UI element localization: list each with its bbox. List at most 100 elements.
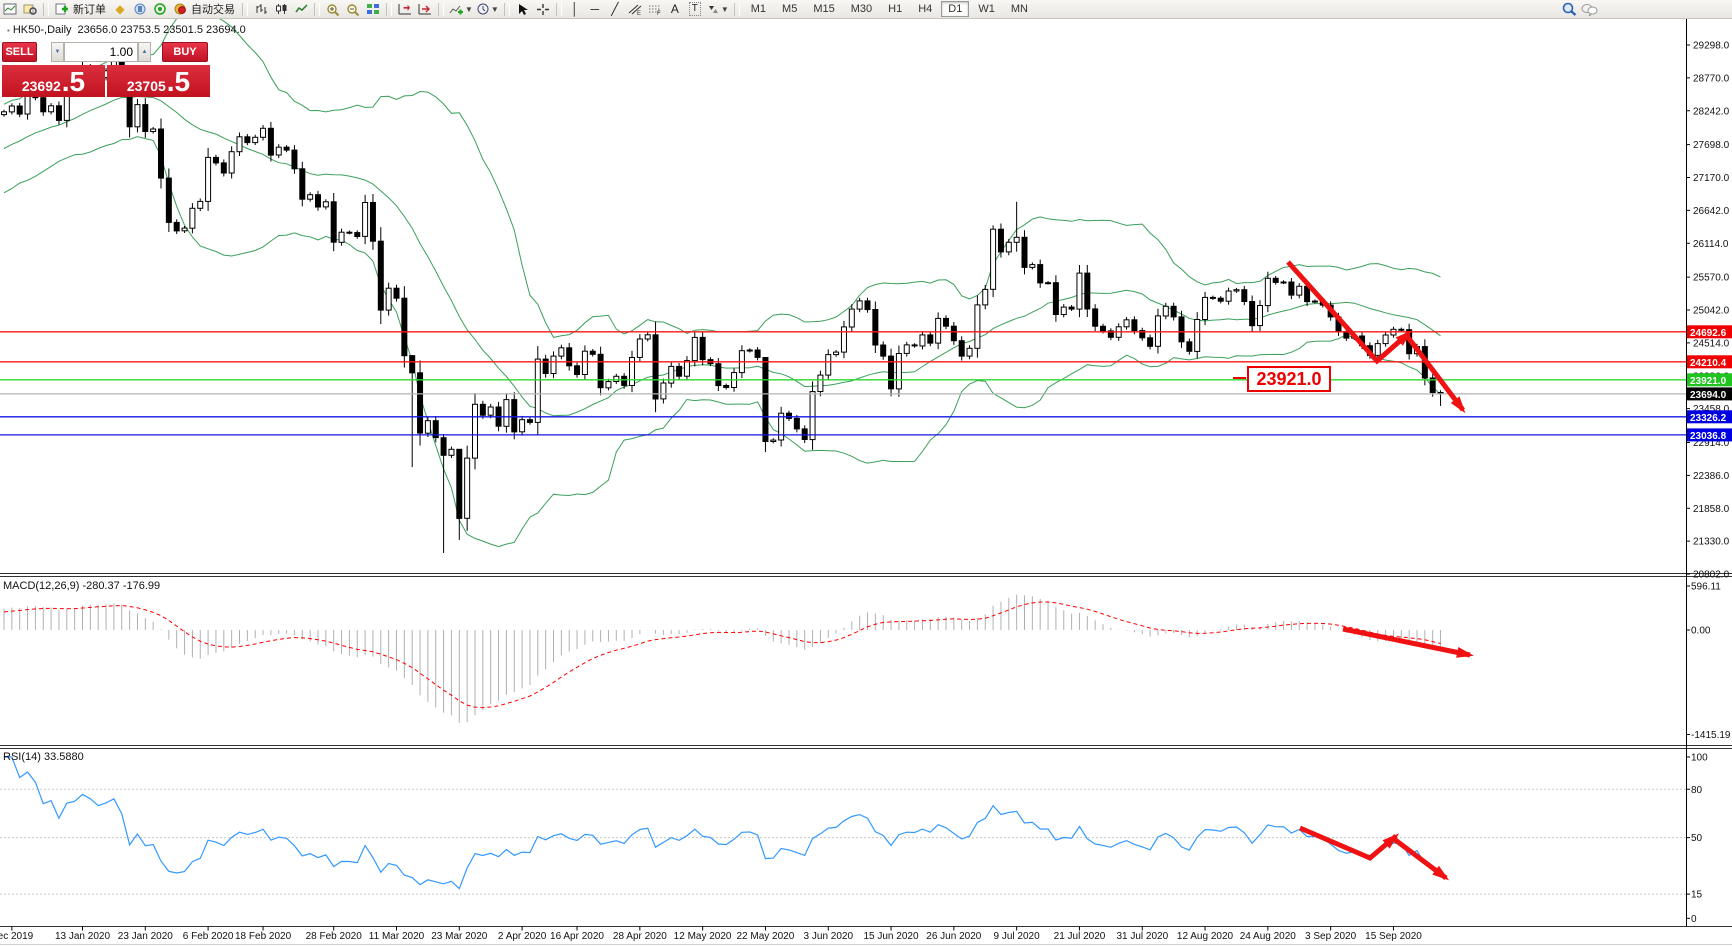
symbol-marker-icon: ▪ [7, 26, 10, 35]
svg-text:9 Jul 2020: 9 Jul 2020 [994, 931, 1041, 942]
svg-text:6 Feb 2020: 6 Feb 2020 [183, 931, 234, 942]
svg-text:22386.0: 22386.0 [1693, 471, 1730, 482]
candles [1, 52, 1444, 553]
up-arrow-icon: ▲ [141, 48, 148, 55]
rsi-value: 33.5880 [43, 751, 84, 763]
svg-text:3 Sep 2020: 3 Sep 2020 [1305, 931, 1357, 942]
svg-text:23921.0: 23921.0 [1690, 376, 1727, 387]
svg-text:26642.0: 26642.0 [1693, 206, 1730, 217]
svg-text:11 Mar 2020: 11 Mar 2020 [369, 931, 425, 942]
annotation-line-handle[interactable] [1233, 377, 1246, 379]
chart-shift-icon[interactable] [415, 1, 435, 17]
timeframe-button-M1[interactable]: M1 [744, 1, 773, 17]
timeframe-button-H1[interactable]: H1 [881, 1, 909, 17]
volume-decrease-button[interactable]: ▼ [51, 41, 64, 62]
bollinger-bands [3, 11, 1441, 548]
styler-icon[interactable]: ◆ [110, 1, 130, 17]
svg-text:23 Mar 2020: 23 Mar 2020 [431, 931, 488, 942]
auto-scroll-icon[interactable] [395, 1, 415, 17]
candlestick-chart-type-icon[interactable] [271, 1, 291, 17]
svg-text:15: 15 [1691, 890, 1703, 901]
autotrading-icon[interactable] [170, 1, 190, 17]
rsi-indicator-label: RSI(14) 33.5880 [3, 751, 84, 763]
new-order-icon[interactable] [52, 1, 72, 17]
timeframe-button-M5[interactable]: M5 [775, 1, 804, 17]
arrows-tool-icon[interactable]: ▼ [705, 1, 731, 17]
svg-text:21 Jul 2020: 21 Jul 2020 [1054, 931, 1106, 942]
sell-button[interactable]: SELL [2, 41, 37, 62]
period-clock-icon[interactable]: ▼ [475, 1, 501, 17]
tile-windows-icon[interactable] [363, 1, 383, 17]
cursor-tool-icon[interactable] [513, 1, 533, 17]
svg-text:25570.0: 25570.0 [1693, 273, 1730, 284]
svg-text:27170.0: 27170.0 [1693, 173, 1730, 184]
svg-text:23694.0: 23694.0 [1690, 390, 1727, 401]
svg-text:596.11: 596.11 [1691, 582, 1721, 593]
svg-text:24210.4: 24210.4 [1690, 358, 1727, 369]
macd-values: -280.37 -176.99 [82, 580, 161, 592]
svg-text:13 Jan 2020: 13 Jan 2020 [55, 931, 110, 942]
svg-text:100: 100 [1691, 753, 1708, 764]
crosshair-tool-icon[interactable] [533, 1, 553, 17]
equidistant-channel-tool-icon[interactable]: E [625, 1, 645, 17]
trading-terminal: 新订单 ◆ 自动交易 ▼ ▼ │ ─ ╱ E F A T ▼ M1 M5 M15… [0, 0, 1732, 946]
svg-text:23036.8: 23036.8 [1690, 431, 1727, 442]
search-icon[interactable] [1559, 1, 1579, 17]
volume-increase-button[interactable]: ▲ [138, 41, 151, 62]
bar-chart-type-icon[interactable] [251, 1, 271, 17]
trend-arrows[interactable] [1286, 260, 1474, 881]
svg-text:24514.0: 24514.0 [1693, 338, 1730, 349]
svg-text:15 Jun 2020: 15 Jun 2020 [863, 931, 918, 942]
ask-price-display[interactable]: 23705 .5 [107, 65, 210, 97]
svg-text:24692.6: 24692.6 [1690, 328, 1727, 339]
price-level-annotation[interactable]: 23921.0 [1247, 366, 1331, 392]
horizontal-line-tool-icon[interactable]: ─ [585, 1, 605, 17]
zoom-in-icon[interactable] [323, 1, 343, 17]
svg-text:22 May 2020: 22 May 2020 [736, 931, 794, 942]
rsi-name: RSI(14) [3, 751, 41, 763]
chart-title: ▪ HK50-,Daily 23656.0 23753.5 23501.5 2369… [7, 24, 246, 36]
chart-profile-icon[interactable] [20, 1, 40, 17]
price-scale[interactable]: 29298.0 28770.0 28242.0 27698.0 27170.0 26642… [1686, 41, 1732, 925]
svg-text:16 Apr 2020: 16 Apr 2020 [550, 931, 604, 942]
timeframe-button-W1[interactable]: W1 [971, 1, 1002, 17]
svg-text:28 Apr 2020: 28 Apr 2020 [613, 931, 667, 942]
autotrading-button[interactable]: 自动交易 [191, 1, 235, 17]
depth-of-market-icon[interactable] [130, 1, 150, 17]
svg-text:E: E [637, 11, 641, 15]
new-order-button[interactable]: 新订单 [73, 1, 106, 17]
time-scale[interactable]: Dec 2019 13 Jan 2020 23 Jan 2020 6 Feb 2020… [0, 926, 1422, 943]
timeframe-button-MN[interactable]: MN [1004, 1, 1035, 17]
add-indicator-icon[interactable]: ▼ [447, 1, 475, 17]
timeframe-button-D1[interactable]: D1 [941, 1, 970, 17]
text-tool-icon[interactable]: A [665, 1, 685, 17]
timeframe-button-M15[interactable]: M15 [806, 1, 841, 17]
vertical-line-tool-icon[interactable]: │ [565, 1, 585, 17]
ohlc-values: 23656.0 23753.5 23501.5 23694.0 [77, 24, 246, 36]
svg-text:20802.0: 20802.0 [1693, 570, 1730, 581]
svg-text:2 Apr 2020: 2 Apr 2020 [498, 931, 547, 942]
svg-text:31 Jul 2020: 31 Jul 2020 [1116, 931, 1168, 942]
svg-text:0: 0 [1691, 914, 1697, 925]
zoom-out-icon[interactable] [343, 1, 363, 17]
line-chart-type-icon[interactable] [291, 1, 311, 17]
svg-text:25042.0: 25042.0 [1693, 306, 1730, 317]
timeframe-button-M30[interactable]: M30 [844, 1, 879, 17]
svg-text:50: 50 [1691, 833, 1703, 844]
bid-price-fraction: .5 [61, 66, 86, 97]
buy-button[interactable]: BUY [162, 41, 208, 62]
fibonacci-tool-icon[interactable]: F [645, 1, 665, 17]
svg-text:3 Jun 2020: 3 Jun 2020 [804, 931, 854, 942]
signals-icon[interactable] [150, 1, 170, 17]
volume-input[interactable] [64, 41, 138, 62]
chart-area[interactable]: 29298.0 28770.0 28242.0 27698.0 27170.0 26642… [0, 11, 1732, 946]
timeframe-button-H4[interactable]: H4 [911, 1, 939, 17]
bid-price-display[interactable]: 23692 .5 [2, 65, 105, 97]
svg-text:23326.2: 23326.2 [1690, 413, 1727, 424]
text-label-tool-icon[interactable]: T [685, 1, 705, 17]
chart-window-icon[interactable] [0, 1, 20, 17]
chat-icon[interactable] [1579, 1, 1600, 17]
trendline-tool-icon[interactable]: ╱ [605, 1, 625, 17]
chart-canvas[interactable]: 29298.0 28770.0 28242.0 27698.0 27170.0 26642… [0, 0, 1732, 946]
svg-text:28770.0: 28770.0 [1693, 73, 1730, 84]
